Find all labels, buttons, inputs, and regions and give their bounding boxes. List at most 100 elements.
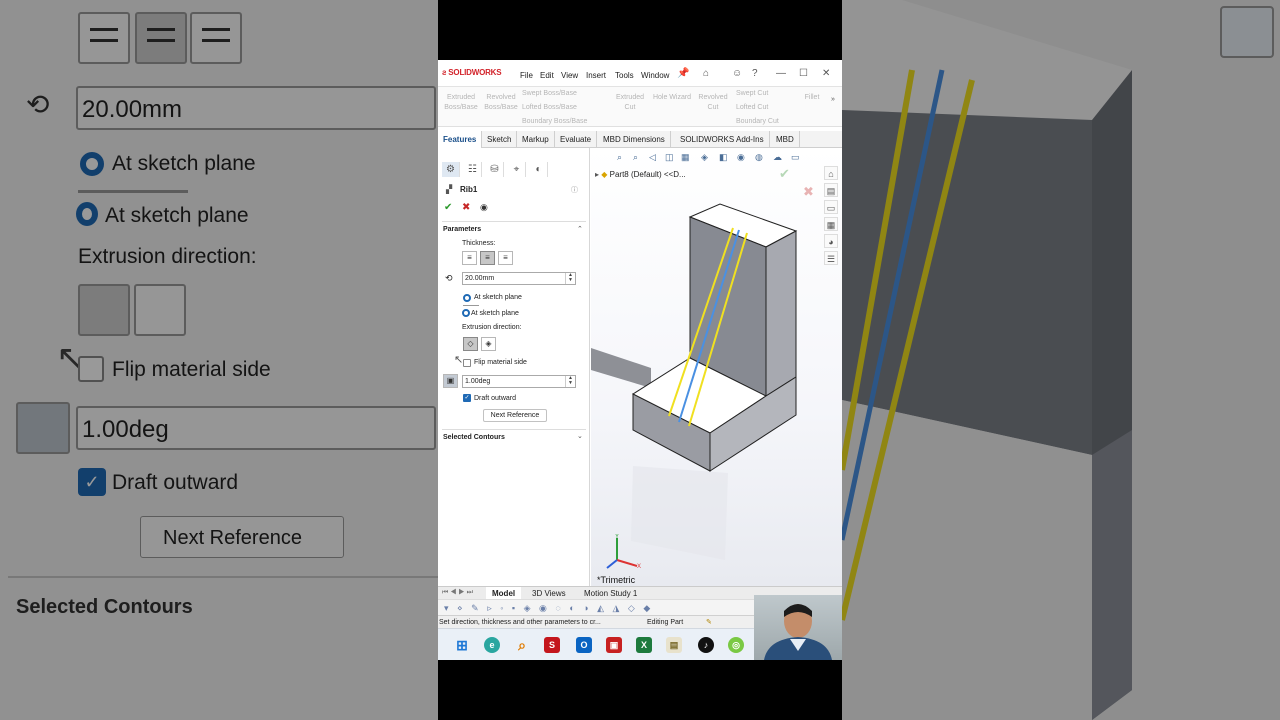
radio-separator	[463, 305, 479, 306]
thickness-first-side-button[interactable]: ≡	[462, 251, 477, 265]
draft-toggle-button[interactable]: ▣	[443, 374, 458, 388]
feature-manager-icon[interactable]: ⚙	[442, 162, 460, 177]
thickness-both-sides-button[interactable]: ≡	[480, 251, 495, 265]
zoomed-model-view	[842, 0, 1280, 720]
menu-window[interactable]: Window	[641, 71, 669, 80]
command-manager: Extruded Boss/Base Revolved Boss/Base Sw…	[438, 87, 842, 127]
zoom-left-dim-overlay	[0, 0, 438, 720]
minimize-icon[interactable]: —	[776, 68, 786, 79]
pin-icon[interactable]: 📌	[677, 68, 689, 79]
menu-edit[interactable]: Edit	[540, 71, 554, 80]
draft-outward-checkbox[interactable]: ✓	[463, 394, 471, 402]
menu-insert[interactable]: Insert	[586, 71, 606, 80]
thickness-second-side-button[interactable]: ≡	[498, 251, 513, 265]
shortcut-icons[interactable]: ▾ ⋄ ✎ ▹ ◦ ▪ ◈ ◉ ◌ ◐ ◑ ◭ ◮ ◇ ◆	[444, 603, 653, 614]
tab-evaluate[interactable]: Evaluate	[555, 131, 598, 148]
swept-cut-button[interactable]: Swept Cut	[736, 90, 768, 97]
tiktok-icon[interactable]: ♪	[698, 637, 714, 653]
divider	[442, 221, 586, 222]
rib-thickness-icon: ⟲	[445, 273, 453, 283]
flip-material-checkbox[interactable]	[463, 359, 471, 367]
radio-at-sketch-plane-2[interactable]	[462, 309, 470, 317]
menu-view[interactable]: View	[561, 71, 578, 80]
zoomed-property-panel: ⟲ 20.00mm At sketch plane At sketch plan…	[0, 0, 438, 720]
flip-material-label: Flip material side	[474, 359, 527, 366]
command-tabs: Features Sketch Markup Evaluate MBD Dime…	[438, 131, 842, 148]
rib-feature-icon: ▞	[446, 185, 453, 194]
file-explorer-taskbar-icon[interactable]: ▤	[666, 637, 682, 653]
boundary-boss-button[interactable]: Boundary Boss/Base	[522, 118, 587, 125]
reference-plane-edge	[591, 348, 651, 388]
draft-angle-input[interactable]: 1.00deg ▲ ▼	[462, 375, 576, 388]
excel-icon[interactable]: X	[636, 637, 652, 653]
help-circle-icon[interactable]: ⓘ	[571, 185, 578, 195]
help-icon[interactable]: ?	[752, 68, 758, 79]
extrusion-direction-label: Extrusion direction:	[462, 324, 522, 331]
maximize-icon[interactable]: ☐	[799, 68, 808, 79]
more-commands-icon[interactable]: »	[828, 95, 838, 105]
title-bar: ƨ SOLIDWORKS File Edit View Insert Tools…	[438, 60, 842, 87]
expand-chevron-icon[interactable]: ⌄	[577, 432, 583, 440]
graphics-area[interactable]: ⌕ ⌕ ◁ ◫ ▦ ◈ ◧ ◉ ◍ ☁ ▭ ▸ ◆ Part8 (Default…	[591, 148, 842, 586]
parallel-to-sketch-button[interactable]: ◇	[463, 337, 478, 351]
collapse-chevron-icon[interactable]: ⌃	[577, 225, 583, 233]
tab-mbd-dimensions[interactable]: MBD Dimensions	[598, 131, 671, 148]
menu-file[interactable]: File	[520, 71, 533, 80]
boundary-cut-button[interactable]: Boundary Cut	[736, 118, 779, 125]
display-manager-icon[interactable]: ◐	[530, 162, 548, 177]
solidworks-window: ƨ SOLIDWORKS File Edit View Insert Tools…	[438, 60, 842, 660]
dimxpert-icon[interactable]: ⌖	[508, 162, 526, 177]
cancel-x-icon[interactable]: ✖	[462, 202, 470, 213]
search-icon[interactable]: ⌕	[514, 637, 530, 653]
selected-contours-header[interactable]: Selected Contours	[443, 434, 505, 441]
edge-browser-icon[interactable]: e	[484, 637, 500, 653]
draft-value: 1.00deg	[465, 378, 491, 385]
outlook-icon[interactable]: O	[576, 637, 592, 653]
property-manager-icon[interactable]: ☷	[464, 162, 482, 177]
app-launcher-icon[interactable]: ◎	[728, 637, 744, 653]
preview-eye-icon[interactable]: ◉	[480, 202, 488, 213]
tab-markup[interactable]: Markup	[517, 131, 555, 148]
presenter-figure	[764, 604, 832, 660]
radio-1-label: At sketch plane	[474, 294, 522, 301]
parameters-header[interactable]: Parameters	[443, 226, 481, 233]
hole-wizard-button[interactable]: Hole Wizard	[648, 93, 696, 103]
webcam-overlay	[754, 595, 842, 660]
lofted-boss-button[interactable]: Lofted Boss/Base	[522, 104, 577, 111]
thickness-input[interactable]: 20.00mm ▲ ▼	[462, 272, 576, 285]
capture-app-icon[interactable]: ▣	[606, 637, 622, 653]
extruded-cut-button[interactable]: Extruded Cut	[610, 93, 650, 113]
divider-2	[442, 429, 586, 430]
radio-2-label: At sketch plane	[471, 310, 519, 317]
draft-spinner[interactable]: ▲ ▼	[565, 376, 575, 387]
swept-boss-button[interactable]: Swept Boss/Base	[522, 90, 577, 97]
tab-addins[interactable]: SOLIDWORKS Add-Ins	[675, 131, 770, 148]
tab-scroll-arrows-icon[interactable]: ⏮ ◀ ▶ ⏭	[442, 589, 473, 597]
axis-triad: Y X	[606, 534, 641, 570]
part-model[interactable]	[591, 148, 842, 586]
user-icon[interactable]: ☺	[732, 68, 742, 79]
next-reference-button[interactable]: Next Reference	[483, 409, 547, 422]
tab-mbd[interactable]: MBD	[771, 131, 800, 148]
normal-to-sketch-button[interactable]: ◈	[481, 337, 496, 351]
menu-tools[interactable]: Tools	[615, 71, 634, 80]
ok-check-icon[interactable]: ✔	[444, 202, 452, 213]
svg-text:Y: Y	[615, 534, 619, 540]
solidworks-app-icon[interactable]: S	[544, 637, 560, 653]
radio-at-sketch-plane-1[interactable]	[463, 294, 471, 302]
revolved-cut-button[interactable]: Revolved Cut	[694, 93, 732, 113]
close-icon[interactable]: ✕	[822, 68, 830, 79]
tab-features[interactable]: Features	[438, 131, 483, 148]
fillet-button[interactable]: Fillet	[800, 93, 824, 103]
mouse-cursor-icon: ↖	[454, 354, 464, 366]
tab-sketch[interactable]: Sketch	[482, 131, 518, 148]
windows-start-icon[interactable]: ⊞	[454, 637, 470, 653]
configuration-icon[interactable]: ⛁	[486, 162, 504, 177]
extruded-boss-button[interactable]: Extruded Boss/Base	[442, 93, 480, 113]
svg-text:X: X	[637, 564, 641, 570]
logo-text: SOLIDWORKS	[448, 68, 502, 77]
thickness-spinner[interactable]: ▲ ▼	[565, 273, 575, 284]
revolved-boss-button[interactable]: Revolved Boss/Base	[482, 93, 520, 113]
lofted-cut-button[interactable]: Lofted Cut	[736, 104, 768, 111]
home-icon[interactable]: ⌂	[703, 68, 709, 79]
